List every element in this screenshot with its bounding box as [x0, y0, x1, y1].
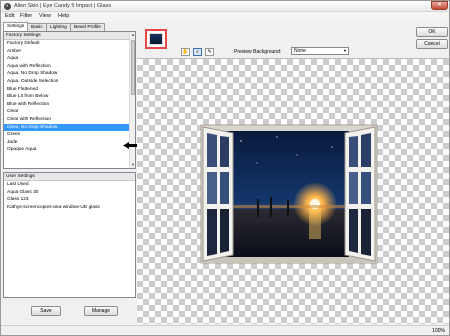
list-item[interactable]: Aqua with Reflection	[4, 63, 135, 71]
menu-help[interactable]: Help	[58, 13, 69, 19]
eyedropper-icon[interactable]: ✎	[205, 48, 214, 56]
preview-background-value: None	[294, 48, 306, 54]
app-icon: ◐	[4, 3, 11, 10]
list-item[interactable]: Factory Default	[4, 40, 135, 48]
list-item[interactable]: Clear with Reflection	[4, 116, 135, 124]
list-item[interactable]: Blue Lit from Below	[4, 93, 135, 101]
factory-settings-header: Factory Settings	[4, 32, 135, 40]
list-item[interactable]: Aqua	[4, 55, 135, 63]
list-item[interactable]: Green	[4, 131, 135, 139]
user-settings-header: User Settings	[4, 173, 135, 181]
preview-background-label: Preview Background:	[234, 49, 282, 55]
menu-bar: Edit Filter View Help	[1, 12, 449, 21]
hand-icon[interactable]: ✋	[181, 48, 190, 56]
close-button[interactable]: ✕	[431, 1, 448, 10]
list-item[interactable]: Blue with Reflection	[4, 101, 135, 109]
factory-settings-list[interactable]: Factory Settings Factory Default Amber A…	[3, 31, 136, 169]
list-item[interactable]: Amber	[4, 48, 135, 56]
list-item-selected[interactable]: Clear, No Drop Shadow	[4, 123, 135, 132]
preview-canvas[interactable]	[137, 58, 449, 324]
list-item[interactable]: Kathys-screencopies-ana-window-UD glass	[4, 204, 135, 212]
source-thumbnail[interactable]	[145, 29, 167, 49]
manage-button[interactable]: Manage	[84, 306, 118, 316]
cancel-button[interactable]: Cancel	[416, 39, 448, 49]
tab-settings[interactable]: Settings	[3, 22, 29, 31]
left-arrow-icon	[123, 142, 137, 149]
scroll-down-icon[interactable]: ▼	[130, 162, 135, 168]
status-bar: 100%	[1, 325, 449, 335]
ok-button[interactable]: OK	[416, 27, 448, 37]
list-item[interactable]: Blue Flattened	[4, 86, 135, 94]
list-item[interactable]: Aqua Glass 30	[4, 189, 135, 197]
eye-candy-window: ◐ Alien Skin | Eye Candy 5 Impact | Glas…	[0, 0, 450, 336]
list-item[interactable]: Clear	[4, 108, 135, 116]
thumbnail-image	[149, 33, 163, 45]
zoom-icon[interactable]: ⌕	[193, 48, 202, 56]
list-item[interactable]: Last Used	[4, 181, 135, 189]
tab-basic[interactable]: Basic	[27, 23, 47, 31]
chevron-down-icon: ▼	[343, 48, 347, 53]
menu-view[interactable]: View	[39, 13, 51, 19]
scroll-up-icon[interactable]: ▲	[130, 32, 135, 38]
scrollbar-thumb[interactable]	[131, 40, 135, 95]
menu-filter[interactable]: Filter	[20, 13, 32, 19]
list-item[interactable]: Glass 123	[4, 196, 135, 204]
list-item[interactable]: Aqua, Outside Selection	[4, 78, 135, 86]
tab-bevel-profile[interactable]: Bevel Profile	[70, 23, 105, 31]
window-title: Alien Skin | Eye Candy 5 Impact | Glass	[14, 3, 112, 9]
list-item[interactable]: Jade	[4, 139, 135, 147]
title-bar: ◐ Alien Skin | Eye Candy 5 Impact | Glas…	[1, 1, 449, 12]
list-item[interactable]: Opaque Aqua	[4, 146, 135, 154]
menu-edit[interactable]: Edit	[5, 13, 14, 19]
list-item[interactable]: Aqua, No Drop Shadow	[4, 70, 135, 78]
tab-lighting[interactable]: Lighting	[46, 23, 71, 31]
zoom-level: 100%	[432, 328, 445, 334]
window-scene-image	[200, 124, 378, 264]
preview-background-select[interactable]: None ▼	[291, 47, 349, 55]
save-button[interactable]: Save	[31, 306, 61, 316]
user-settings-list[interactable]: User Settings Last Used Aqua Glass 30 Gl…	[3, 172, 136, 298]
